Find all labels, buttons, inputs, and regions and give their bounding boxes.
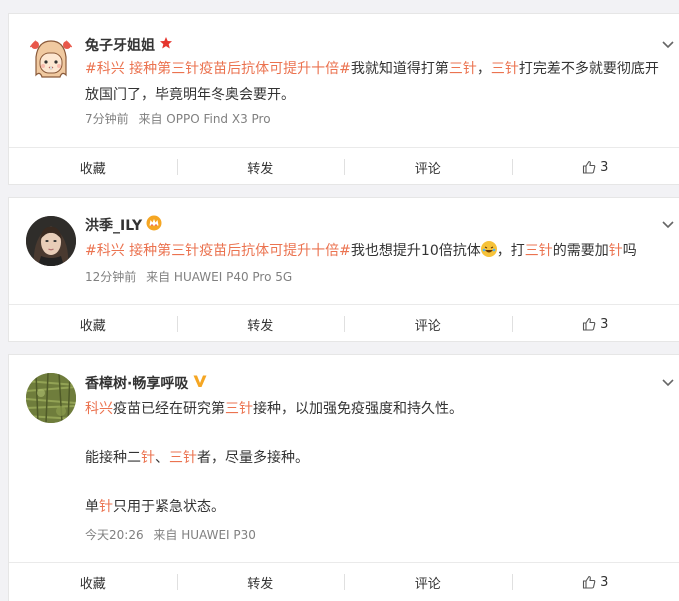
text-run: 者，尽量多接种。: [197, 450, 309, 466]
text-run: 我也想提升10倍抗体: [350, 243, 481, 259]
post-paragraph: 科兴疫苗已经在研究第三针接种，以加强免疫强度和持久性。: [85, 396, 665, 422]
comment-label: 评论: [414, 576, 441, 592]
chevron-down-icon[interactable]: [660, 374, 676, 390]
crown-badge-icon: [146, 215, 162, 235]
verified-v-icon: [192, 373, 208, 393]
keyword-highlight: 针: [141, 450, 155, 466]
text-run: 单: [85, 499, 99, 515]
user-name-row: 香樟树·畅享呼吸: [85, 373, 208, 393]
post-time[interactable]: 12分钟前: [85, 270, 136, 284]
text-run: ，: [476, 61, 491, 77]
comment-label: 评论: [414, 318, 441, 334]
post-text: #科兴 接种第三针疫苗后抗体可提升十倍#我就知道得打第三针，三针打完差不多就要彻…: [85, 56, 665, 108]
repost-label: 转发: [247, 318, 274, 334]
post-time[interactable]: 今天20:26: [85, 528, 144, 542]
keyword-highlight: 三针: [171, 243, 200, 259]
comment-button[interactable]: 评论: [344, 148, 512, 186]
comment-button[interactable]: 评论: [344, 563, 512, 601]
text-run: 吗: [622, 243, 637, 259]
post-meta: 7分钟前 来自 OPPO Find X3 Pro: [85, 110, 271, 127]
tree-bark-avatar-icon: [26, 373, 76, 423]
repost-button[interactable]: 转发: [176, 305, 345, 343]
post-paragraph: #科兴 接种第三针疫苗后抗体可提升十倍#我也想提升10倍抗体 ，打三针的需要加针吗: [85, 238, 665, 264]
hashtag-link[interactable]: #科兴 接种第: [85, 61, 171, 77]
weibo-post: 兔子牙姐姐 #科兴 接种第三针疫苗后抗体可提升十倍#我就知道得打第三针，三针打完…: [8, 13, 679, 185]
like-button[interactable]: 3: [511, 148, 679, 186]
user-name[interactable]: 香樟树·畅享呼吸: [85, 373, 188, 393]
repost-label: 转发: [247, 576, 274, 592]
like-count: 3: [600, 159, 609, 175]
keyword-highlight: 针: [99, 499, 113, 515]
repost-button[interactable]: 转发: [176, 148, 345, 186]
post-source: 来自 OPPO Find X3 Pro: [138, 112, 271, 126]
favorite-button[interactable]: 收藏: [9, 563, 177, 601]
text-run: ，打: [496, 243, 525, 259]
thumbs-up-icon: [583, 575, 596, 589]
post-paragraph: 能接种二针、三针者，尽量多接种。: [85, 445, 665, 471]
keyword-highlight: 针: [608, 243, 623, 259]
post-text: #科兴 接种第三针疫苗后抗体可提升十倍#我也想提升10倍抗体 ，打三针的需要加针吗: [85, 238, 665, 264]
chevron-down-icon[interactable]: [660, 36, 676, 52]
text-run: 接种，以加强免疫强度和持久性。: [253, 401, 463, 417]
keyword-highlight: 三针: [490, 61, 519, 77]
post-time[interactable]: 7分钟前: [85, 112, 129, 126]
action-bar: 收藏 转发 评论 3: [9, 304, 679, 343]
portrait-photo-avatar-icon: [26, 216, 76, 266]
favorite-button[interactable]: 收藏: [9, 305, 177, 343]
favorite-button[interactable]: 收藏: [9, 148, 177, 186]
cartoon-girl-avatar-icon: [26, 35, 76, 85]
favorite-label: 收藏: [79, 161, 106, 177]
like-count: 3: [600, 316, 609, 332]
text-run: 疫苗已经在研究第: [113, 401, 225, 417]
repost-button[interactable]: 转发: [176, 563, 345, 601]
action-bar: 收藏 转发 评论 3: [9, 147, 679, 186]
post-paragraph: 单针只用于紧急状态。: [85, 494, 665, 520]
text-run: 能接种二: [85, 450, 141, 466]
like-button[interactable]: 3: [511, 305, 679, 343]
post-text: 科兴疫苗已经在研究第三针接种，以加强免疫强度和持久性。 能接种二针、三针者，尽量…: [85, 396, 665, 520]
keyword-highlight: 三针: [169, 450, 197, 466]
hashtag-link[interactable]: #科兴 接种第: [85, 243, 171, 259]
user-name-row: 洪季_ILY: [85, 215, 162, 235]
chevron-down-icon[interactable]: [660, 216, 676, 232]
keyword-highlight: 三针: [524, 243, 553, 259]
post-meta: 今天20:26 来自 HUAWEI P30: [85, 526, 256, 543]
laughing-emoji-icon: [480, 240, 497, 257]
thumbs-up-icon: [583, 160, 596, 174]
action-bar: 收藏 转发 评论 3: [9, 562, 679, 601]
favorite-label: 收藏: [79, 318, 106, 334]
red-star-icon: [159, 36, 173, 54]
keyword-highlight: 三针: [225, 401, 253, 417]
hashtag-link[interactable]: 疫苗后抗体可提升十倍#: [199, 61, 351, 77]
post-source: 来自 HUAWEI P40 Pro 5G: [146, 270, 293, 284]
text-run: 只用于紧急状态。: [113, 499, 225, 515]
like-button[interactable]: 3: [511, 563, 679, 601]
comment-button[interactable]: 评论: [344, 305, 512, 343]
text-run: 、: [155, 450, 169, 466]
avatar[interactable]: [26, 35, 76, 85]
post-meta: 12分钟前 来自 HUAWEI P40 Pro 5G: [85, 268, 292, 285]
thumbs-up-icon: [583, 317, 596, 331]
keyword-highlight: 科兴: [85, 401, 113, 417]
comment-label: 评论: [414, 161, 441, 177]
avatar[interactable]: [26, 373, 76, 423]
post-source: 来自 HUAWEI P30: [153, 528, 256, 542]
user-name-row: 兔子牙姐姐: [85, 35, 173, 55]
user-name[interactable]: 兔子牙姐姐: [85, 35, 155, 55]
keyword-highlight: 三针: [448, 61, 477, 77]
weibo-post: 洪季_ILY #科兴 接种第三针疫苗后抗体可提升十倍#我也想提升10倍抗体 ，打三…: [8, 197, 679, 342]
post-paragraph: #科兴 接种第三针疫苗后抗体可提升十倍#我就知道得打第三针，三针打完差不多就要彻…: [85, 56, 665, 108]
hashtag-link[interactable]: 疫苗后抗体可提升十倍#: [199, 243, 351, 259]
user-name[interactable]: 洪季_ILY: [85, 215, 142, 235]
avatar[interactable]: [26, 216, 76, 266]
text-run: 的需要加: [552, 243, 609, 259]
repost-label: 转发: [247, 161, 274, 177]
like-count: 3: [600, 574, 609, 590]
text-run: 我就知道得打第: [350, 61, 449, 77]
keyword-highlight: 三针: [171, 61, 200, 77]
favorite-label: 收藏: [79, 576, 106, 592]
weibo-post: 香樟树·畅享呼吸 科兴疫苗已经在研究第三针接种，以加强免疫强度和持久性。 能接种…: [8, 354, 679, 601]
